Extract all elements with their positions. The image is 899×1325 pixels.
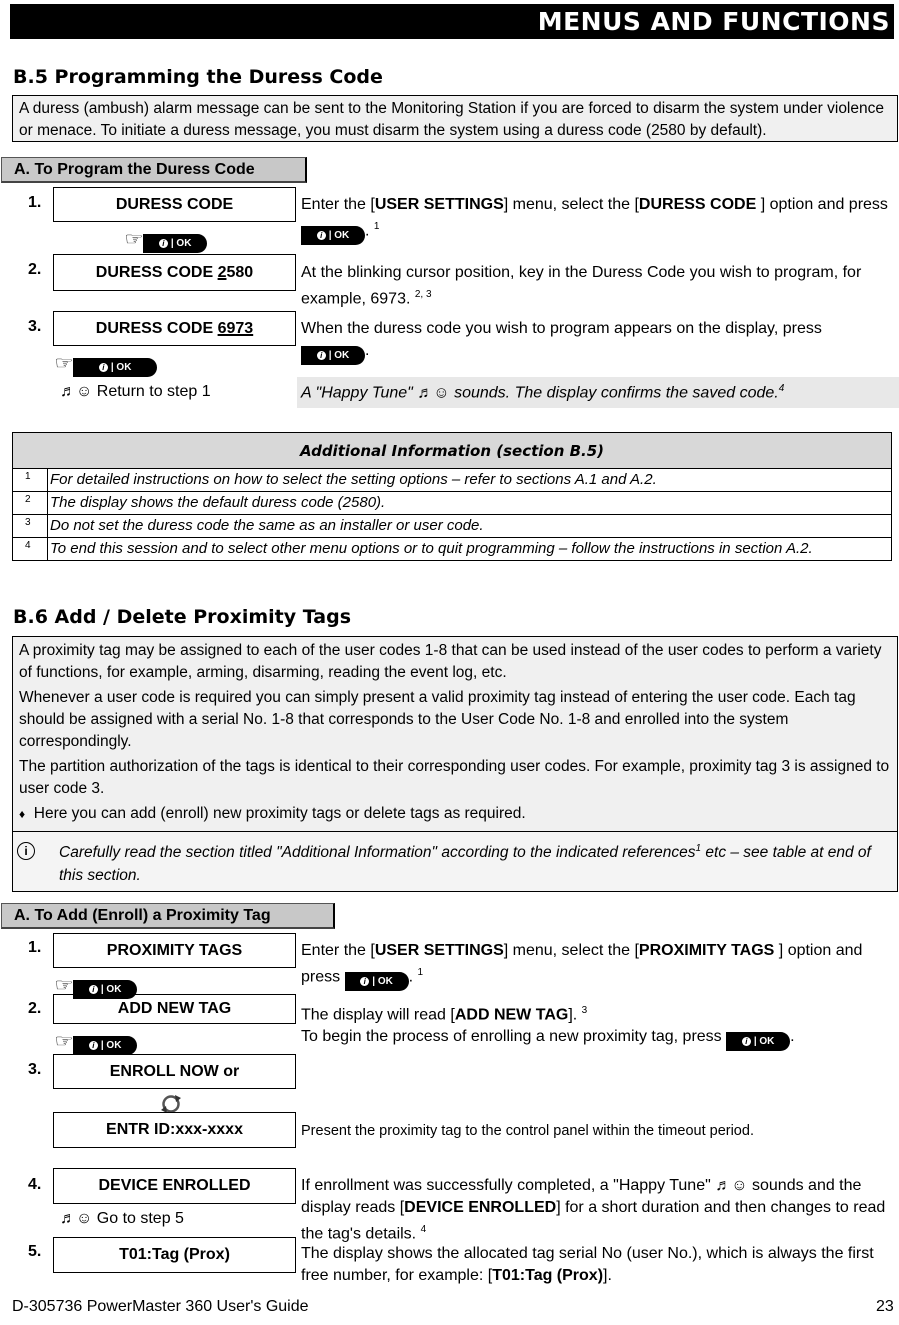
info-icon: i: [316, 351, 326, 360]
b6-paragraph: A proximity tag may be assigned to each …: [19, 642, 882, 681]
info-ok-button[interactable]: i | OK: [73, 1036, 138, 1055]
b5-step-1-press: ☞ i | OK: [124, 229, 208, 253]
b6-step-1-display: PROXIMITY TAGS: [53, 933, 296, 968]
b6-step-3-number: 3.: [28, 1061, 42, 1078]
page-header-bar: MENUS AND FUNCTIONS: [10, 4, 894, 39]
b6-bullet: ♦ Here you can add (enroll) new proximit…: [19, 805, 526, 822]
pointing-hand-icon: ☞: [54, 975, 74, 995]
pointing-hand-icon: ☞: [54, 1031, 74, 1051]
b6-step-5-description: The display shows the allocated tag seri…: [301, 1245, 874, 1284]
b6-step-3-alt-display: ENTR ID:xxx-xxxx: [53, 1112, 296, 1148]
b6-paragraph: The partition authorization of the tags …: [19, 758, 890, 797]
info-ok-button[interactable]: i | OK: [143, 234, 208, 253]
b6-step-2-display: ADD NEW TAG: [53, 994, 296, 1024]
b6-step-4-number: 4.: [28, 1176, 42, 1193]
footer-document-title: D-305736 PowerMaster 360 User's Guide: [12, 1298, 309, 1315]
pointing-hand-icon: ☞: [124, 229, 144, 249]
b6-note: i Carefully read the section titled "Add…: [13, 832, 897, 892]
b5-step-1-description: Enter the [USER SETTINGS] menu, select t…: [301, 194, 899, 246]
info-icon: i: [316, 231, 326, 241]
b6-step-2-press: ☞ i | OK: [54, 1031, 138, 1055]
b6-step-4-description: If enrollment was successfully completed…: [301, 1177, 886, 1243]
footer-page-number: 23: [876, 1298, 894, 1315]
info-icon: i: [88, 985, 98, 994]
b5-step-1-display: DURESS CODE: [53, 187, 296, 222]
info-icon: i: [158, 239, 168, 248]
b6-intro-box: A proximity tag may be assigned to each …: [12, 636, 898, 893]
pointing-hand-icon: ☞: [54, 353, 74, 373]
section-title-b6: B.6 Add / Delete Proximity Tags: [13, 606, 352, 628]
b6-step-2-description: The display will read [ADD NEW TAG]. 3 T…: [301, 1000, 899, 1052]
table-row: 4 To end this session and to select other…: [12, 537, 892, 561]
b6-step-2-number: 2.: [28, 1000, 42, 1017]
b6-step-5-number: 5.: [28, 1243, 42, 1260]
b6-paragraph: Whenever a user code is required you can…: [19, 689, 856, 750]
b5-step-2-number: 2.: [28, 261, 42, 278]
b6-intro-paragraphs: A proximity tag may be assigned to each …: [13, 637, 897, 832]
b5-step-3-display: DURESS CODE 6973: [53, 311, 296, 346]
b5-step-1-number: 1.: [28, 194, 42, 211]
info-ok-button[interactable]: i | OK: [344, 972, 409, 992]
b5-intro: A duress (ambush) alarm message can be s…: [12, 95, 898, 142]
b5-step-2-description: At the blinking cursor position, key in …: [301, 264, 862, 308]
info-icon: i: [360, 977, 370, 987]
diamond-bullet-icon: ♦: [19, 807, 26, 821]
b5-step-3-description: When the duress code you wish to program…: [301, 318, 899, 365]
info-icon: i: [741, 1037, 751, 1047]
info-circle-icon: i: [17, 842, 35, 860]
alternating-display-icon: [161, 1095, 181, 1113]
table-row: 2 The display shows the default duress co…: [12, 491, 892, 515]
b6-step-1-number: 1.: [28, 939, 42, 956]
info-table-title: Additional Information (section B.5): [12, 432, 892, 469]
b6-subheader: A. To Add (Enroll) a Proximity Tag: [1, 903, 335, 929]
table-row: 1 For detailed instructions on how to sel…: [12, 468, 892, 492]
b5-tune-note: A "Happy Tune" ♬☺ sounds. The display co…: [297, 377, 899, 408]
info-ok-button[interactable]: i | OK: [301, 346, 365, 365]
b6-step-5-display: T01:Tag (Prox): [53, 1237, 296, 1273]
info-ok-button[interactable]: i | OK: [73, 358, 158, 377]
b5-step-2-display: DURESS CODE 2580: [53, 254, 296, 291]
page-header-title: MENUS AND FUNCTIONS: [537, 7, 890, 36]
b5-step-3-number: 3.: [28, 318, 42, 335]
section-title-b5: B.5 Programming the Duress Code: [13, 66, 383, 88]
info-icon: i: [88, 1041, 98, 1050]
b5-step-3-press: ☞ i | OK: [54, 353, 158, 377]
b6-step-4-display: DEVICE ENROLLED: [53, 1168, 296, 1204]
b6-step-3-description: Present the proximity tag to the control…: [301, 1123, 754, 1139]
info-ok-button[interactable]: i | OK: [726, 1032, 791, 1052]
b5-subheader: A. To Program the Duress Code: [1, 157, 307, 183]
info-ok-button[interactable]: i | OK: [301, 226, 365, 246]
b6-step-4-note: ♬☺ Go to step 5: [60, 1210, 184, 1227]
b5-additional-info-table: Additional Information (section B.5) 1 Fo…: [12, 432, 892, 561]
b5-return-note: ♬☺ Return to step 1: [60, 383, 211, 400]
b6-step-1-description: Enter the [USER SETTINGS] menu, select t…: [301, 940, 899, 992]
b6-step-3-display: ENROLL NOW or: [53, 1054, 296, 1089]
info-icon: i: [98, 363, 108, 372]
table-row: 3 Do not set the duress code the same as …: [12, 514, 892, 538]
